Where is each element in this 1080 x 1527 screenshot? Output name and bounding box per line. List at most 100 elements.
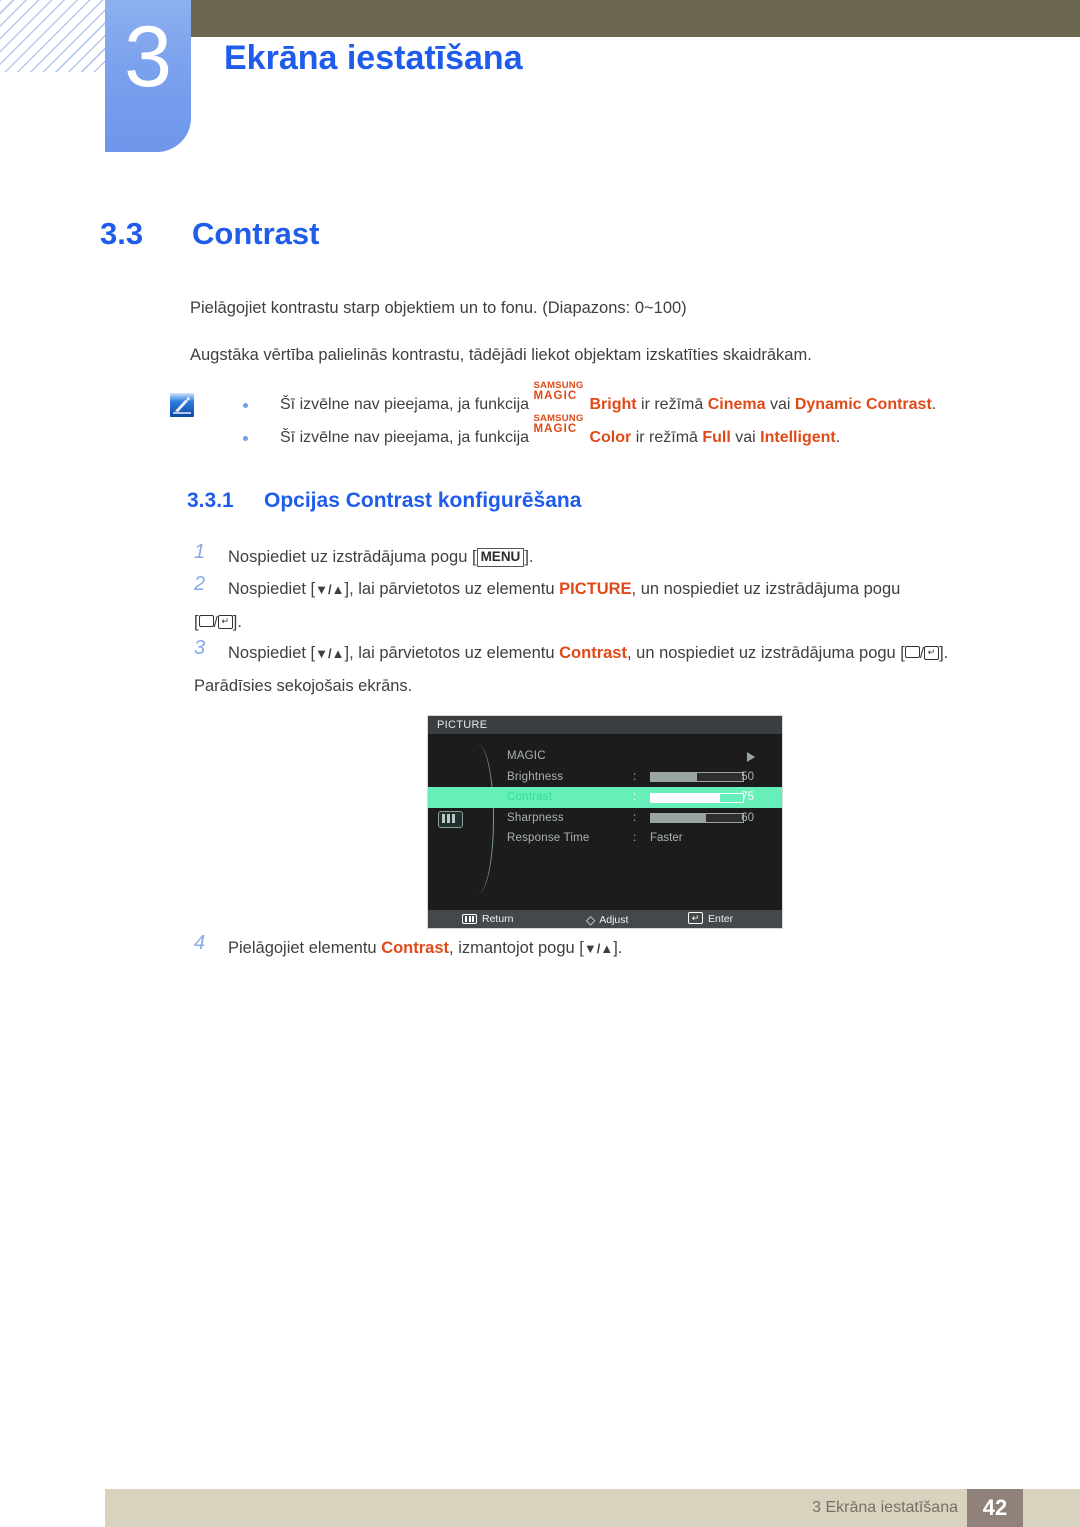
step-target-contrast: Contrast [559,644,627,662]
note-lead-text: Šī izvēlne nav pieejama, ja funkcija [280,396,534,413]
step-text: Pielāgojiet elementu [228,939,382,957]
samsung-magic-logo: SAMSUNG MAGIC [533,414,589,443]
header-olive-bar [190,0,1080,37]
section-number: 3.3 [100,216,144,251]
samsung-magic-logo-bottom: MAGIC [533,423,578,435]
note-end-text: . [931,396,937,413]
osd-row-response-time[interactable]: Response Time : Faster [428,828,782,849]
osd-footer-label: Adjust [599,914,629,926]
step-number: 3 [194,637,206,659]
step-text-2: ], lai pārvietotos uz elementu [344,644,560,662]
source-button-icon [904,646,920,658]
enter-icon: ↵ [688,912,703,924]
subsection-number: 3.3.1 [187,489,234,512]
osd-footer-label: Enter [708,913,734,925]
osd-colon: : [633,770,637,783]
step-number: 2 [194,573,206,595]
osd-footer-adjust[interactable]: ◇ Adjust [586,910,628,928]
osd-slider[interactable] [650,772,744,782]
note-lead-text: Šī izvēlne nav pieejama, ja funkcija [280,429,534,446]
osd-colon: : [633,791,637,803]
subsection-title: Opcijas Contrast konfigurēšana [264,489,582,512]
osd-row-brightness[interactable]: Brightness : 50 [428,767,782,788]
step-text-3: , un nospiediet uz izstrādājuma pogu [ [626,644,905,662]
osd-colon: : [633,811,637,824]
osd-row-sharpness[interactable]: Sharpness : 60 [428,808,782,829]
osd-value: Faster [650,832,683,844]
section-title: Contrast [192,216,320,251]
step-text: Nospiediet uz izstrādājuma pogu [ [228,548,477,566]
osd-slider[interactable] [650,813,744,823]
note-list: Šī izvēlne nav pieejama, ja funkcija SAM… [240,381,1000,457]
bullet-icon [243,403,248,408]
step-result-text: Parādīsies sekojošais ekrāns. [194,677,413,695]
updown-arrows-icon: ▼/▲ [583,941,614,956]
osd-label: Response Time [507,832,590,844]
step-number: 1 [194,541,206,563]
step-text-3: ]. [613,939,623,957]
osd-title-bar: PICTURE [428,716,782,734]
step-1: 1 Nospiediet uz izstrādājuma pogu [MENU]… [194,541,1024,574]
osd-value: 50 [741,770,754,783]
note-conjunction: vai [765,396,795,413]
step-target-contrast: Contrast [381,939,450,957]
adjust-diamond-icon: ◇ [586,913,596,927]
source-button-icon [198,615,214,627]
updown-arrows-icon: ▼/▲ [315,646,345,661]
samsung-magic-logo: SAMSUNG MAGIC [533,381,589,410]
note-value-1: Cinema [707,396,766,413]
osd-screenshot: PICTURE MAGIC Brightness : 50 Contrast :… [428,716,782,928]
page-number: 42 [967,1489,1023,1527]
osd-label: Brightness [507,770,564,783]
updown-arrows-icon: ▼/▲ [315,582,345,597]
note-item: Šī izvēlne nav pieejama, ja funkcija SAM… [240,414,1000,457]
osd-colon: : [633,832,637,844]
chapter-number: 3 [124,9,172,105]
subsection-heading: 3.3.1 Opcijas Contrast konfigurēšana [187,489,581,513]
step-text-2: , izmantojot pogu [ [449,939,584,957]
step-4: 4 Pielāgojiet elementu Contrast, izmanto… [194,932,1024,965]
note-pencil-icon [169,392,195,418]
footer-chapter-label: 3 Ekrāna iestatīšana [812,1499,958,1516]
bullet-icon [243,436,248,441]
step-text: Nospiediet [ [228,580,316,598]
osd-label: MAGIC [507,750,546,762]
step-text-2: ], lai pārvietotos uz elementu [344,580,560,598]
osd-footer-enter[interactable]: ↵ Enter [688,910,733,928]
chapter-title: Ekrāna iestatīšana [224,39,523,77]
note-end-text: . [835,429,841,446]
note-value-2: Intelligent [760,429,836,446]
note-conjunction: vai [730,429,761,446]
note-mid-text: ir režīmā [636,396,708,413]
note-mid-text: ir režīmā [631,429,703,446]
note-feature-name: Bright [589,396,637,413]
step-text-3: , un nospiediet uz izstrādājuma pogu [631,580,901,598]
return-icon [462,914,477,924]
osd-slider[interactable] [650,792,744,803]
osd-label: Sharpness [507,811,564,824]
osd-value: 60 [741,811,754,824]
intro-paragraph-2: Augstāka vērtība palielinās kontrastu, t… [190,346,812,364]
note-value-2: Dynamic Contrast [794,396,932,413]
step-text-tail: ]. [524,548,534,566]
step-text-4: ]. [939,644,949,662]
step-text-4: [ [194,613,199,631]
step-target-picture: PICTURE [559,580,632,598]
enter-button-icon: ↵ [924,646,940,660]
page-footer: 3 Ekrāna iestatīšana 42 [105,1489,1080,1527]
osd-row-magic[interactable]: MAGIC [428,746,782,767]
osd-footer-label: Return [482,913,514,925]
osd-footer-return[interactable]: Return [462,910,514,928]
hatch-decoration [0,0,108,72]
samsung-magic-logo-bottom: MAGIC [533,390,578,402]
step-text-5: ]. [232,613,242,631]
step-3: 3 Nospiediet [▼/▲], lai pārvietotos uz e… [194,637,1024,703]
chapter-number-tab: 3 [105,0,191,152]
note-item: Šī izvēlne nav pieejama, ja funkcija SAM… [240,381,1000,424]
chapter-header: 3 Ekrāna iestatīšana [0,0,1080,170]
osd-label: Contrast [507,791,553,803]
note-feature-name: Color [589,429,632,446]
osd-value: 75 [741,791,754,803]
osd-row-contrast[interactable]: Contrast : 75 [428,787,782,808]
chevron-right-icon [747,752,755,762]
